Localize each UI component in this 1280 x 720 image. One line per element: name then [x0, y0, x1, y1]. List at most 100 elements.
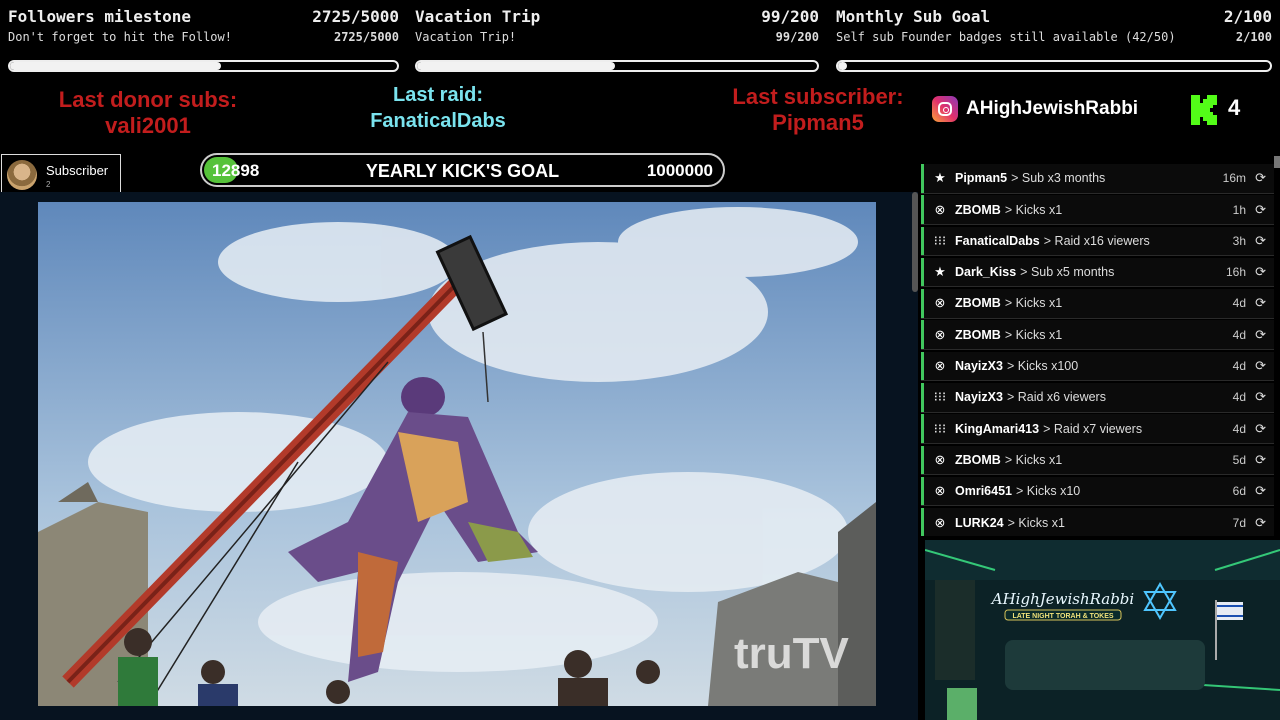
- webcam-panel: AHighJewishRabbi LATE NIGHT TORAH & TOKE…: [925, 540, 1280, 720]
- followers-goal-widget: Followers milestone 2725/5000 Don't forg…: [0, 0, 407, 80]
- replay-icon[interactable]: ⟳: [1255, 233, 1266, 249]
- star-icon: ★: [934, 170, 946, 186]
- event-action: > Kicks x1: [1004, 202, 1063, 217]
- replay-icon[interactable]: ⟳: [1255, 483, 1266, 499]
- event-action-text: Raid x6 viewers: [1017, 390, 1106, 405]
- event-action: > Sub x3 months: [1011, 171, 1106, 186]
- event-user: LURK24: [955, 515, 1004, 530]
- kick-icon: ⊗: [934, 295, 946, 311]
- replay-icon[interactable]: ⟳: [1255, 515, 1266, 531]
- event-row[interactable]: ★ Pipman5 > Sub x3 months 16m ⟳: [921, 164, 1274, 194]
- event-row[interactable]: ⁝⁝⁝ NayizX3 > Raid x6 viewers 4d ⟳: [921, 383, 1274, 413]
- brand-tagline: LATE NIGHT TORAH & TOKES: [1012, 613, 1113, 620]
- event-action-text: Kicks x10: [1026, 484, 1081, 499]
- kick-logo-icon: [1191, 95, 1217, 125]
- event-action-text: Kicks x100: [1017, 359, 1079, 374]
- event-row[interactable]: ⊗ Omri6451 > Kicks x10 6d ⟳: [921, 476, 1274, 507]
- event-row[interactable]: ★ Dark_Kiss > Sub x5 months 16h ⟳: [921, 257, 1274, 288]
- goal-title: Monthly Sub Goal: [836, 7, 991, 26]
- goal-title: Vacation Trip: [415, 7, 541, 26]
- event-user: Pipman5: [955, 171, 1008, 186]
- replay-icon[interactable]: ⟳: [1255, 264, 1266, 280]
- event-action-text: Kicks x1: [1015, 296, 1063, 311]
- event-action: > Kicks x10: [1015, 484, 1081, 499]
- replay-icon[interactable]: ⟳: [1255, 421, 1266, 437]
- event-row[interactable]: ⊗ ZBOMB > Kicks x1 4d ⟳: [921, 320, 1274, 350]
- event-time: 4d: [1232, 390, 1246, 405]
- replay-icon[interactable]: ⟳: [1255, 452, 1266, 468]
- kick-icon: ⊗: [934, 451, 946, 467]
- event-user: ZBOMB: [955, 452, 1001, 467]
- event-time: 6d: [1232, 484, 1246, 499]
- replay-icon[interactable]: ⟳: [1255, 327, 1266, 343]
- raid-icon: ⁝⁝⁝: [933, 389, 947, 405]
- replay-icon[interactable]: ⟳: [1255, 389, 1266, 405]
- event-action: > Kicks x1: [1004, 452, 1063, 467]
- instagram-handle[interactable]: AHighJewishRabbi: [932, 96, 1138, 122]
- room-background: AHighJewishRabbi LATE NIGHT TORAH & TOKE…: [925, 540, 1280, 720]
- event-action-text: Kicks x1: [1015, 327, 1063, 342]
- event-row[interactable]: ⊗ NayizX3 > Kicks x100 4d ⟳: [921, 351, 1274, 382]
- replay-icon[interactable]: ⟳: [1255, 358, 1266, 374]
- event-time: 7d: [1232, 515, 1246, 530]
- event-time: 16h: [1225, 265, 1246, 280]
- last-donor-subs: Last donor subs: vali2001: [30, 87, 266, 139]
- event-action-text: Sub x5 months: [1030, 265, 1115, 280]
- star-icon: ★: [934, 264, 946, 280]
- video-player[interactable]: truTV: [38, 202, 876, 706]
- kick-icon: ⊗: [934, 201, 946, 217]
- goal-progress-bar: [415, 60, 819, 72]
- event-time: 4d: [1232, 296, 1246, 311]
- event-row[interactable]: ⊗ LURK24 > Kicks x1 7d ⟳: [921, 508, 1274, 536]
- kick-icon: ⊗: [934, 358, 946, 374]
- kick-icon: ⊗: [934, 326, 946, 342]
- instagram-icon: [932, 96, 958, 122]
- goal-progress-bar: [8, 60, 399, 72]
- last-raid-label: Last raid:: [392, 84, 484, 106]
- goal-count: 2/100: [1223, 7, 1272, 26]
- kick-icon: ⊗: [934, 483, 946, 499]
- event-row[interactable]: ⊗ ZBOMB > Kicks x1 5d ⟳: [921, 445, 1274, 476]
- goal-count-small: 2/100: [1235, 30, 1272, 44]
- last-donor-name: vali2001: [105, 113, 191, 138]
- event-row[interactable]: ⊗ ZBOMB > Kicks x1 4d ⟳: [921, 289, 1274, 319]
- replay-icon[interactable]: ⟳: [1255, 295, 1266, 311]
- event-action-text: Kicks x1: [1018, 515, 1065, 530]
- goal-progress-fill: [10, 62, 221, 70]
- video-scrollbar[interactable]: [912, 192, 918, 292]
- kick-follower-count: 4: [1228, 95, 1241, 120]
- event-action-text: Kicks x1: [1015, 202, 1063, 217]
- last-subscriber-name: Pipman5: [772, 110, 864, 135]
- event-time: 16m: [1222, 171, 1246, 186]
- last-subscriber: Last subscriber: Pipman5: [702, 84, 934, 136]
- raid-icon: ⁝⁝⁝: [933, 420, 947, 436]
- feed-scrollbar[interactable]: [1274, 156, 1280, 168]
- event-time: 3h: [1232, 233, 1246, 248]
- event-feed: ★ Pipman5 > Sub x3 months 16m ⟳ ⊗ ZBOMB > Kicks…: [921, 164, 1274, 536]
- event-user: NayizX3: [955, 390, 1003, 405]
- goal-subtitle: Don't forget to hit the Follow!: [8, 30, 232, 44]
- subscriber-badge: Subscriber 2: [1, 154, 121, 196]
- event-action-text: Sub x3 months: [1021, 171, 1106, 186]
- event-row[interactable]: ⁝⁝⁝ KingAmari413 > Raid x7 viewers 4d ⟳: [921, 414, 1274, 444]
- yearly-kicks-goal: 12898 YEARLY KICK'S GOAL 1000000: [200, 153, 725, 187]
- subscriber-number: 2: [46, 180, 51, 189]
- goal-subtitle: Self sub Founder badges still available …: [836, 30, 1176, 44]
- goal-count: 99/200: [761, 7, 819, 26]
- event-action: > Raid x16 viewers: [1043, 233, 1150, 248]
- last-raid-name: FanaticalDabs: [370, 110, 506, 132]
- event-time: 5d: [1232, 452, 1246, 467]
- watermark-text: truTV: [734, 629, 850, 678]
- replay-icon[interactable]: ⟳: [1255, 170, 1266, 186]
- video-scene: truTV: [38, 202, 876, 706]
- event-time: 4d: [1232, 359, 1246, 374]
- event-action: > Kicks x1: [1004, 296, 1063, 311]
- event-row[interactable]: ⁝⁝⁝ FanaticalDabs > Raid x16 viewers 3h ⟳: [921, 226, 1274, 257]
- event-user: KingAmari413: [955, 421, 1040, 436]
- event-row[interactable]: ⊗ ZBOMB > Kicks x1 1h ⟳: [921, 195, 1274, 225]
- replay-icon[interactable]: ⟳: [1255, 202, 1266, 218]
- last-donor-label: Last donor subs:: [58, 87, 238, 112]
- event-user: ZBOMB: [955, 202, 1001, 217]
- event-user: Omri6451: [955, 484, 1012, 499]
- event-action-text: Raid x16 viewers: [1054, 233, 1150, 248]
